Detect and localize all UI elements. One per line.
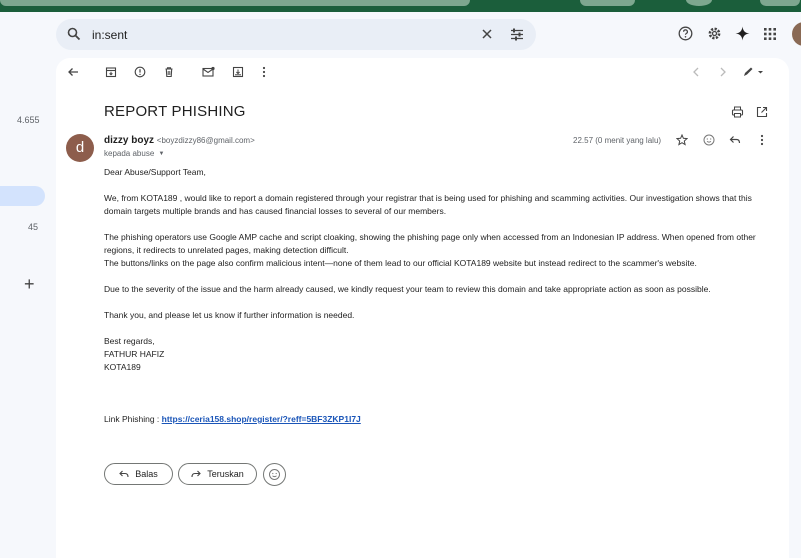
reply-arrow-icon bbox=[119, 470, 129, 478]
email-subject: REPORT PHISHING bbox=[104, 103, 246, 120]
email-body: Dear Abuse/Support Team, We, from KOTA18… bbox=[104, 166, 774, 439]
search-bar bbox=[56, 19, 536, 50]
paragraph-2: The phishing operators use Google AMP ca… bbox=[104, 231, 774, 270]
signature-name: FATHUR HAFIZ bbox=[104, 349, 165, 359]
left-nav-rail: 4.655 45 + bbox=[0, 12, 56, 558]
sender-email: <boyzdizzy86@gmail.com> bbox=[156, 136, 255, 145]
more-options-icon[interactable] bbox=[262, 66, 266, 78]
sender-line: dizzy boyz <boyzdizzy86@gmail.com> bbox=[104, 135, 255, 146]
sender-name: dizzy boyz bbox=[104, 135, 155, 146]
phishing-link-line: Link Phishing : https://ceria158.shop/re… bbox=[104, 413, 774, 426]
email-timestamp: 22.57 (0 menit yang lalu) bbox=[573, 136, 662, 145]
chevron-left-icon[interactable] bbox=[692, 66, 700, 78]
gemini-icon[interactable] bbox=[735, 26, 750, 41]
forward-button[interactable]: Teruskan bbox=[178, 463, 257, 485]
phishing-link[interactable]: https://ceria158.shop/register/?reff=5BF… bbox=[162, 414, 361, 424]
account-avatar[interactable] bbox=[792, 22, 801, 46]
paragraph-4: Thank you, and please let us know if fur… bbox=[104, 310, 355, 320]
signature-closing: Best regards, bbox=[104, 336, 155, 346]
reply-button[interactable]: Balas bbox=[104, 463, 173, 485]
move-to-icon[interactable] bbox=[232, 66, 244, 78]
chevron-right-icon[interactable] bbox=[719, 66, 727, 78]
open-new-window-icon[interactable] bbox=[756, 106, 768, 118]
paragraph-1: We, from KOTA189 , would like to report … bbox=[104, 193, 752, 216]
smiley-icon bbox=[269, 469, 280, 480]
nav-count: 45 bbox=[28, 222, 39, 232]
input-tools-pen-icon[interactable] bbox=[742, 66, 766, 78]
forward-button-label: Teruskan bbox=[207, 469, 244, 479]
message-more-icon[interactable] bbox=[760, 134, 764, 146]
paragraph-2a: The phishing operators use Google AMP ca… bbox=[104, 232, 756, 255]
signature: Best regards, FATHUR HAFIZ KOTA189 bbox=[104, 335, 774, 374]
archive-icon[interactable] bbox=[105, 66, 117, 78]
paragraph-2b: The buttons/links on the page also confi… bbox=[104, 258, 697, 268]
help-icon[interactable] bbox=[678, 26, 693, 41]
report-spam-icon[interactable] bbox=[134, 66, 146, 78]
mark-unread-icon[interactable] bbox=[202, 66, 215, 78]
forward-arrow-icon bbox=[191, 470, 202, 478]
signature-org: KOTA189 bbox=[104, 362, 141, 372]
browser-top-strip bbox=[0, 0, 801, 12]
inbox-count: 4.655 bbox=[17, 115, 40, 125]
back-arrow-icon[interactable] bbox=[67, 66, 79, 78]
new-label-plus-icon[interactable]: + bbox=[24, 274, 35, 295]
search-icon[interactable] bbox=[67, 27, 81, 41]
emoji-reaction-icon[interactable] bbox=[703, 134, 715, 146]
clear-search-icon[interactable] bbox=[481, 28, 493, 40]
chevron-down-icon[interactable]: ▼ bbox=[159, 151, 165, 157]
emoji-button[interactable] bbox=[263, 463, 286, 486]
recipient-dropdown[interactable]: kepada abuse ▼ bbox=[104, 149, 164, 158]
apps-grid-icon[interactable] bbox=[764, 28, 776, 40]
delete-icon[interactable] bbox=[163, 66, 175, 78]
search-options-icon[interactable] bbox=[510, 28, 524, 41]
recipient-label: kepada abuse bbox=[104, 149, 155, 158]
email-view: REPORT PHISHING d dizzy boyz <boyzdizzy8… bbox=[56, 58, 789, 558]
sender-avatar: d bbox=[66, 134, 94, 162]
link-label: Link Phishing : bbox=[104, 414, 162, 424]
selected-nav-item[interactable] bbox=[0, 186, 45, 206]
search-input[interactable] bbox=[92, 26, 452, 43]
reply-button-label: Balas bbox=[135, 469, 158, 479]
star-icon[interactable] bbox=[676, 134, 688, 146]
print-icon[interactable] bbox=[731, 106, 744, 118]
paragraph-3: Due to the severity of the issue and the… bbox=[104, 284, 711, 294]
greeting: Dear Abuse/Support Team, bbox=[104, 167, 206, 177]
gear-icon[interactable] bbox=[707, 26, 722, 41]
reply-icon[interactable] bbox=[729, 134, 741, 146]
